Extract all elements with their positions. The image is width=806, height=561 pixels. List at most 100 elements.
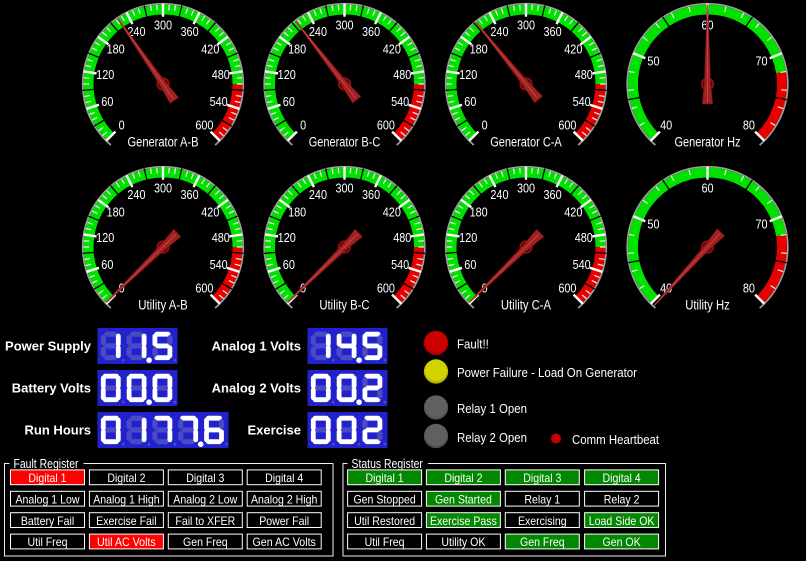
svg-text:Battery Volts: Battery Volts xyxy=(12,381,91,396)
svg-text:Analog 2 Volts: Analog 2 Volts xyxy=(212,381,301,396)
svg-text:50: 50 xyxy=(647,218,659,232)
svg-text:120: 120 xyxy=(278,231,296,245)
svg-text:Exercise Fail: Exercise Fail xyxy=(96,514,156,528)
svg-text:Power Failure - Load On Genera: Power Failure - Load On Generator xyxy=(457,365,638,380)
svg-text:Analog 1 Volts: Analog 1 Volts xyxy=(212,339,301,354)
svg-text:240: 240 xyxy=(309,188,327,202)
svg-text:120: 120 xyxy=(96,68,114,82)
svg-text:60: 60 xyxy=(101,95,113,109)
svg-text:600: 600 xyxy=(377,118,395,132)
svg-text:Analog 2 Low: Analog 2 Low xyxy=(173,492,237,506)
svg-text:Digital 4: Digital 4 xyxy=(265,471,303,485)
svg-text:300: 300 xyxy=(154,182,172,196)
svg-text:Digital 2: Digital 2 xyxy=(107,471,145,485)
svg-text:120: 120 xyxy=(278,68,296,82)
svg-text:Analog 1 High: Analog 1 High xyxy=(93,492,159,506)
svg-text:480: 480 xyxy=(212,231,230,245)
svg-text:Comm Heartbeat: Comm Heartbeat xyxy=(572,432,659,447)
svg-text:420: 420 xyxy=(383,43,401,57)
svg-text:Util Freq: Util Freq xyxy=(28,535,68,549)
svg-text:Battery Fail: Battery Fail xyxy=(21,514,74,528)
svg-text:180: 180 xyxy=(288,43,306,57)
svg-text:420: 420 xyxy=(564,206,582,220)
svg-text:480: 480 xyxy=(575,231,593,245)
svg-text:Exercise Pass: Exercise Pass xyxy=(430,514,497,528)
svg-text:Generator B-C: Generator B-C xyxy=(309,135,381,150)
svg-text:360: 360 xyxy=(181,25,199,39)
svg-text:Util Freq: Util Freq xyxy=(365,535,405,549)
svg-text:240: 240 xyxy=(490,188,508,202)
svg-text:180: 180 xyxy=(107,206,125,220)
svg-text:Generator A-B: Generator A-B xyxy=(128,135,199,150)
svg-text:0: 0 xyxy=(119,118,125,132)
svg-text:Analog 2 High: Analog 2 High xyxy=(251,492,317,506)
svg-text:Utility OK: Utility OK xyxy=(441,535,485,549)
svg-text:Relay 2 Open: Relay 2 Open xyxy=(457,430,527,445)
svg-text:600: 600 xyxy=(558,118,576,132)
svg-text:540: 540 xyxy=(573,258,591,272)
svg-text:Util AC Volts: Util AC Volts xyxy=(97,535,156,549)
svg-text:600: 600 xyxy=(558,281,576,295)
svg-text:600: 600 xyxy=(195,118,213,132)
svg-text:Gen Started: Gen Started xyxy=(435,492,492,506)
svg-text:240: 240 xyxy=(127,188,145,202)
svg-text:Digital 3: Digital 3 xyxy=(523,471,561,485)
svg-text:0: 0 xyxy=(300,118,306,132)
svg-text:240: 240 xyxy=(490,25,508,39)
svg-text:Gen Stopped: Gen Stopped xyxy=(353,492,415,506)
svg-text:300: 300 xyxy=(517,182,535,196)
svg-text:60: 60 xyxy=(101,258,113,272)
svg-text:80: 80 xyxy=(743,281,755,295)
svg-text:360: 360 xyxy=(362,188,380,202)
svg-text:540: 540 xyxy=(573,95,591,109)
svg-text:Utility Hz: Utility Hz xyxy=(685,298,730,313)
svg-text:Fault!!: Fault!! xyxy=(457,337,489,352)
svg-text:Status Register: Status Register xyxy=(352,457,423,471)
svg-text:300: 300 xyxy=(154,19,172,33)
svg-text:Digital 1: Digital 1 xyxy=(28,471,66,485)
svg-text:180: 180 xyxy=(470,206,488,220)
svg-text:0: 0 xyxy=(482,118,488,132)
svg-text:Digital 1: Digital 1 xyxy=(366,471,404,485)
svg-text:Fault Register: Fault Register xyxy=(14,457,79,471)
svg-text:480: 480 xyxy=(393,231,411,245)
svg-text:120: 120 xyxy=(459,231,477,245)
svg-text:60: 60 xyxy=(283,258,295,272)
svg-text:540: 540 xyxy=(210,95,228,109)
svg-text:Analog 1 Low: Analog 1 Low xyxy=(15,492,79,506)
svg-text:180: 180 xyxy=(107,43,125,57)
svg-text:Exercise: Exercise xyxy=(248,423,302,438)
svg-text:Exercising: Exercising xyxy=(518,514,567,528)
svg-text:Load Side OK: Load Side OK xyxy=(589,514,655,528)
svg-text:60: 60 xyxy=(701,182,713,196)
svg-text:Run Hours: Run Hours xyxy=(25,423,91,438)
svg-text:540: 540 xyxy=(391,95,409,109)
svg-text:Relay 2: Relay 2 xyxy=(604,492,640,506)
svg-text:80: 80 xyxy=(743,118,755,132)
svg-text:70: 70 xyxy=(756,55,768,69)
svg-text:360: 360 xyxy=(362,25,380,39)
svg-text:120: 120 xyxy=(96,231,114,245)
svg-text:600: 600 xyxy=(377,281,395,295)
svg-text:600: 600 xyxy=(195,281,213,295)
svg-text:360: 360 xyxy=(544,25,562,39)
svg-text:Utility C-A: Utility C-A xyxy=(501,298,551,313)
svg-text:240: 240 xyxy=(309,25,327,39)
svg-text:Gen Freq: Gen Freq xyxy=(520,535,565,549)
svg-text:Generator Hz: Generator Hz xyxy=(674,135,740,150)
svg-text:360: 360 xyxy=(181,188,199,202)
svg-text:Fail to XFER: Fail to XFER xyxy=(175,514,235,528)
svg-text:60: 60 xyxy=(464,95,476,109)
svg-text:120: 120 xyxy=(459,68,477,82)
svg-text:Gen OK: Gen OK xyxy=(603,535,641,549)
svg-text:Digital 4: Digital 4 xyxy=(603,471,641,485)
svg-text:60: 60 xyxy=(283,95,295,109)
svg-text:Utility A-B: Utility A-B xyxy=(138,298,188,313)
svg-text:180: 180 xyxy=(288,206,306,220)
svg-text:300: 300 xyxy=(517,19,535,33)
svg-text:50: 50 xyxy=(647,55,659,69)
svg-text:Relay 1: Relay 1 xyxy=(524,492,560,506)
svg-text:480: 480 xyxy=(575,68,593,82)
svg-text:70: 70 xyxy=(756,218,768,232)
svg-text:Gen Freq: Gen Freq xyxy=(183,535,228,549)
